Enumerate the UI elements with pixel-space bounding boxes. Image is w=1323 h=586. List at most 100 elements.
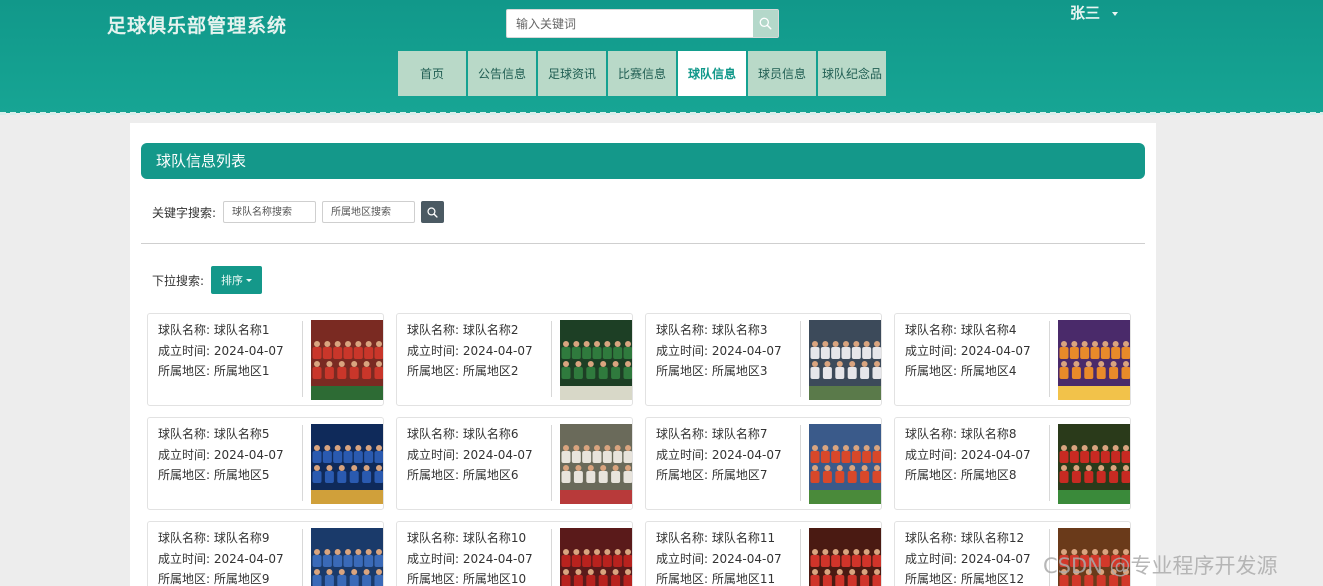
team-region-value: 所属地区5 [213,468,270,482]
team-region-value: 所属地区1 [213,364,270,378]
team-founded-value: 2024-04-07 [213,343,284,358]
team-card[interactable]: 球队名称: 球队名称11 成立时间: 2024-04-07 所属地区: 所属地区11 [645,521,882,586]
team-photo[interactable] [560,320,633,400]
team-card[interactable]: 球队名称: 球队名称2 成立时间: 2024-04-07 所属地区: 所属地区2 [396,313,633,406]
team-photo[interactable] [809,320,882,400]
team-founded-label: 成立时间: [407,551,460,566]
nav-item-news[interactable]: 足球资讯 [538,51,606,96]
team-founded-line: 成立时间: 2024-04-07 [158,341,302,362]
team-region-value: 所属地区2 [462,364,519,378]
team-card[interactable]: 球队名称: 球队名称4 成立时间: 2024-04-07 所属地区: 所属地区4 [894,313,1131,406]
team-region-line: 所属地区: 所属地区3 [656,361,800,382]
nav-item-matches[interactable]: 比赛信息 [608,51,676,96]
team-founded-value: 2024-04-07 [960,343,1031,358]
card-divider [551,425,552,501]
nav-item-notices[interactable]: 公告信息 [468,51,536,96]
team-name-line: 球队名称: 球队名称3 [656,320,800,341]
global-search [506,9,779,38]
nav-item-teams[interactable]: 球队信息 [678,51,746,96]
global-search-input[interactable] [507,10,753,37]
search-icon [759,17,772,30]
team-name-search-input[interactable] [223,201,317,223]
team-photo[interactable] [1058,320,1131,400]
team-card[interactable]: 球队名称: 球队名称6 成立时间: 2024-04-07 所属地区: 所属地区6 [396,417,633,510]
team-photo[interactable] [311,424,384,504]
team-founded-label: 成立时间: [656,551,709,566]
team-name-line: 球队名称: 球队名称5 [158,424,302,445]
team-founded-line: 成立时间: 2024-04-07 [407,341,551,362]
team-card[interactable]: 球队名称: 球队名称5 成立时间: 2024-04-07 所属地区: 所属地区5 [147,417,384,510]
team-founded-line: 成立时间: 2024-04-07 [407,549,551,570]
team-region-line: 所属地区: 所属地区11 [656,569,800,586]
team-name-label: 球队名称: [407,323,460,337]
team-founded-label: 成立时间: [158,343,211,358]
team-card-info: 球队名称: 球队名称4 成立时间: 2024-04-07 所属地区: 所属地区4 [905,320,1049,382]
team-region-label: 所属地区: [158,364,211,378]
team-name-label: 球队名称: [158,323,211,337]
team-card[interactable]: 球队名称: 球队名称7 成立时间: 2024-04-07 所属地区: 所属地区7 [645,417,882,510]
team-region-label: 所属地区: [905,572,958,586]
team-region-value: 所属地区7 [711,468,768,482]
team-founded-label: 成立时间: [905,551,958,566]
team-region-line: 所属地区: 所属地区9 [158,569,302,586]
team-card[interactable]: 球队名称: 球队名称1 成立时间: 2024-04-07 所属地区: 所属地区1 [147,313,384,406]
team-photo[interactable] [560,424,633,504]
team-region-line: 所属地区: 所属地区6 [407,465,551,486]
team-name-label: 球队名称: [905,323,958,337]
team-card[interactable]: 球队名称: 球队名称10 成立时间: 2024-04-07 所属地区: 所属地区10 [396,521,633,586]
team-photo[interactable] [809,528,882,586]
dropdown-search-row: 下拉搜索: 排序 [152,266,263,294]
team-card-info: 球队名称: 球队名称7 成立时间: 2024-04-07 所属地区: 所属地区7 [656,424,800,486]
team-name-value: 球队名称4 [960,323,1017,337]
region-search-input[interactable] [322,201,416,223]
search-icon [427,206,438,218]
user-menu[interactable]: 张三 [1070,2,1119,23]
team-photo[interactable] [809,424,882,504]
keyword-search-row: 关键字搜索: [152,201,445,223]
team-name-line: 球队名称: 球队名称9 [158,528,302,549]
caret-down-icon [246,278,253,282]
team-founded-value: 2024-04-07 [960,447,1031,462]
team-name-line: 球队名称: 球队名称8 [905,424,1049,445]
team-name-value: 球队名称5 [213,427,270,441]
card-divider [302,321,303,397]
nav-item-home[interactable]: 首页 [398,51,466,96]
keyword-search-button[interactable] [421,201,445,223]
team-founded-value: 2024-04-07 [462,551,533,566]
team-region-value: 所属地区6 [462,468,519,482]
team-founded-label: 成立时间: [407,447,460,462]
team-founded-value: 2024-04-07 [213,447,284,462]
team-photo[interactable] [560,528,633,586]
team-name-label: 球队名称: [905,531,958,545]
team-region-value: 所属地区3 [711,364,768,378]
team-card[interactable]: 球队名称: 球队名称8 成立时间: 2024-04-07 所属地区: 所属地区8 [894,417,1131,510]
team-name-label: 球队名称: [158,531,211,545]
watermark: CSDN @专业程序开发源 [1043,554,1278,578]
team-name-value: 球队名称7 [711,427,768,441]
team-region-label: 所属地区: [656,364,709,378]
team-founded-value: 2024-04-07 [213,551,284,566]
team-founded-value: 2024-04-07 [711,343,782,358]
team-region-value: 所属地区10 [462,572,527,586]
team-region-line: 所属地区: 所属地区1 [158,361,302,382]
team-founded-line: 成立时间: 2024-04-07 [905,549,1049,570]
global-search-button[interactable] [753,10,778,37]
team-photo[interactable] [311,320,384,400]
nav-item-players[interactable]: 球员信息 [748,51,816,96]
team-name-label: 球队名称: [407,531,460,545]
team-card[interactable]: 球队名称: 球队名称3 成立时间: 2024-04-07 所属地区: 所属地区3 [645,313,882,406]
team-founded-line: 成立时间: 2024-04-07 [905,341,1049,362]
team-photo[interactable] [311,528,384,586]
team-founded-label: 成立时间: [407,343,460,358]
team-region-label: 所属地区: [407,468,460,482]
team-card[interactable]: 球队名称: 球队名称9 成立时间: 2024-04-07 所属地区: 所属地区9 [147,521,384,586]
sort-dropdown-button[interactable]: 排序 [211,266,263,294]
team-card-info: 球队名称: 球队名称6 成立时间: 2024-04-07 所属地区: 所属地区6 [407,424,551,486]
nav-item-souvenirs[interactable]: 球队纪念品 [818,51,886,96]
team-card-info: 球队名称: 球队名称5 成立时间: 2024-04-07 所属地区: 所属地区5 [158,424,302,486]
team-region-line: 所属地区: 所属地区12 [905,569,1049,586]
team-region-value: 所属地区12 [960,572,1025,586]
team-founded-label: 成立时间: [905,447,958,462]
team-photo[interactable] [1058,424,1131,504]
team-founded-line: 成立时间: 2024-04-07 [407,445,551,466]
